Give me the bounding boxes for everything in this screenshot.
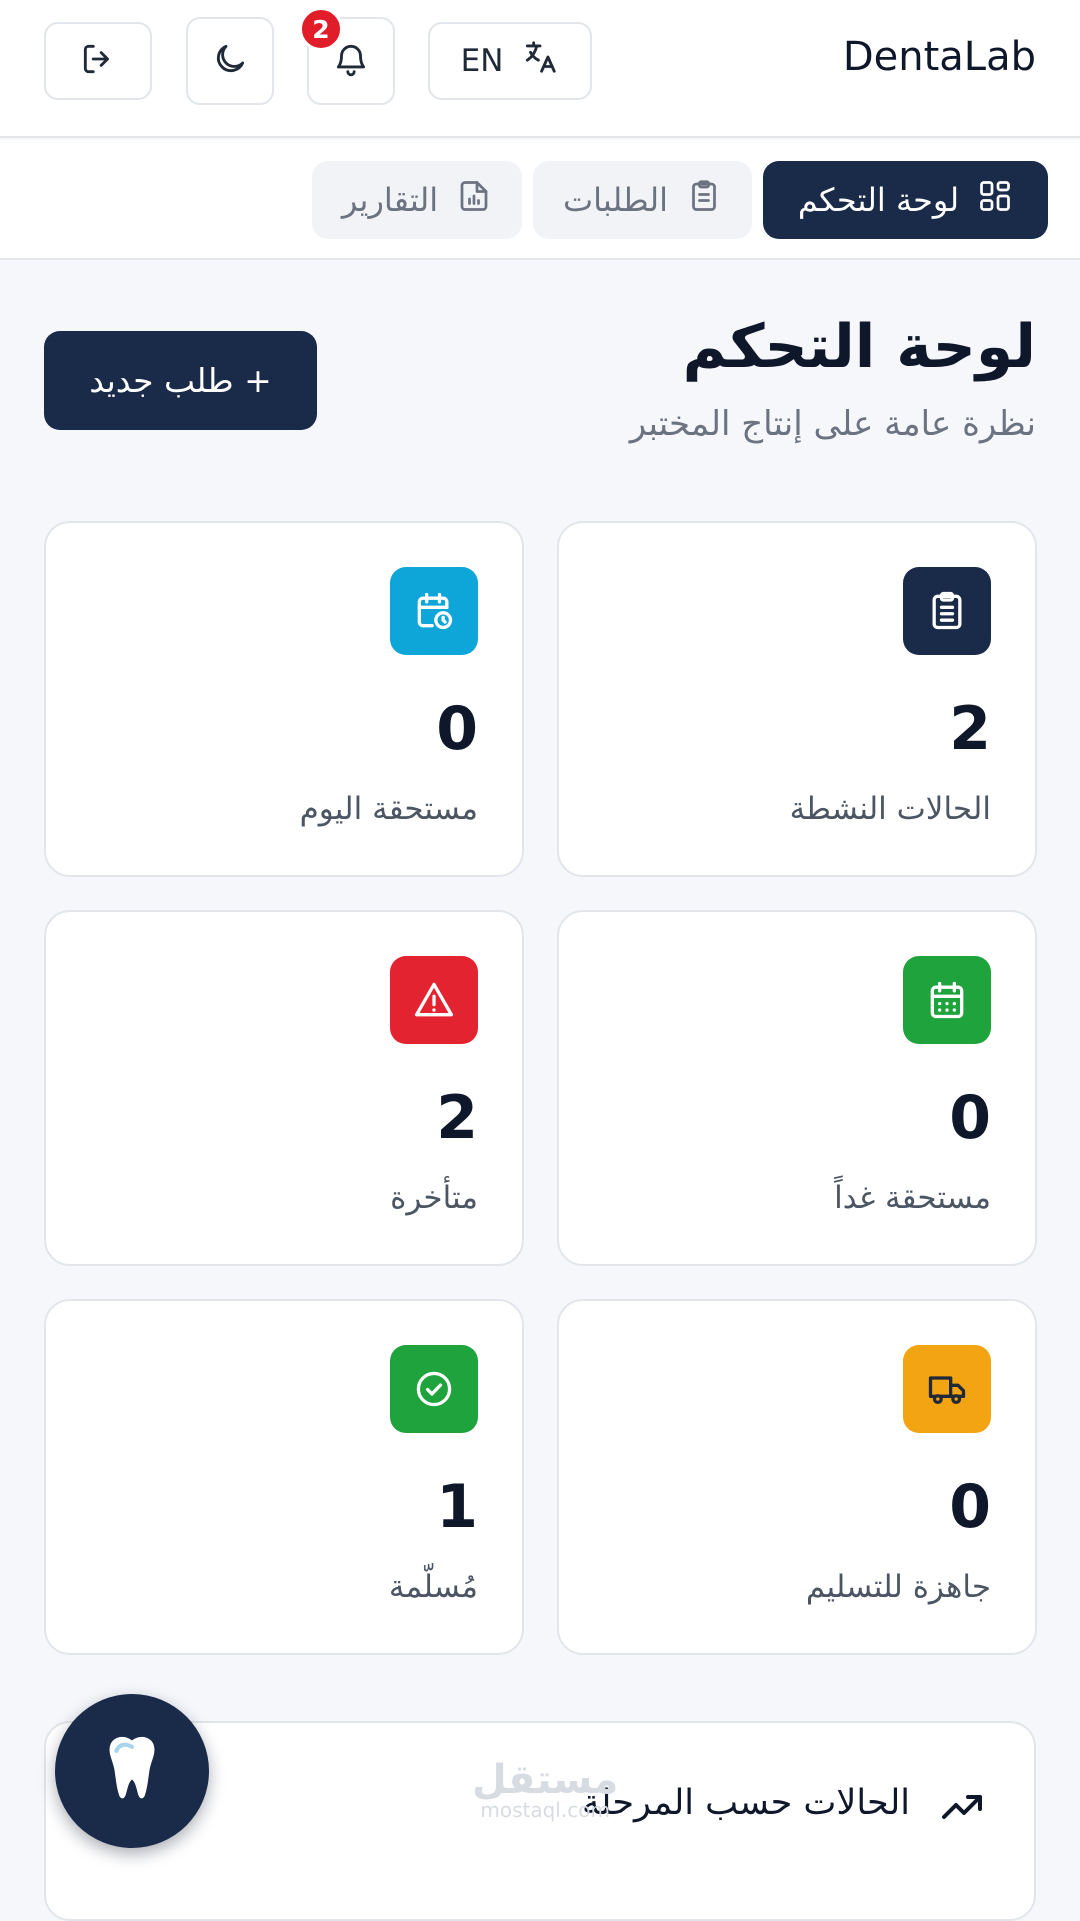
- translate-icon: [521, 38, 559, 84]
- main-tabs: لوحة التحكم الطلبات التقارير: [0, 140, 1080, 260]
- moon-icon: [211, 40, 249, 82]
- theme-toggle-button[interactable]: [186, 17, 274, 105]
- watermark-subtext: mostaql.com: [480, 1798, 610, 1822]
- stat-card-delivered[interactable]: 1 مُسلّمة: [44, 1299, 524, 1655]
- logout-button[interactable]: [44, 22, 152, 100]
- stat-card-active[interactable]: 2 الحالات النشطة: [557, 521, 1037, 877]
- page-subtitle: نظرة عامة على إنتاج المختبر: [629, 404, 1036, 444]
- stat-label: متأخرة: [390, 1180, 478, 1216]
- tooth-fab-button[interactable]: [55, 1694, 209, 1848]
- stat-value: 2: [436, 1083, 478, 1153]
- stat-card-due-today[interactable]: 0 مستحقة اليوم: [44, 521, 524, 877]
- clipboard-list-icon: [903, 567, 991, 655]
- tab-orders[interactable]: الطلبات: [533, 161, 752, 239]
- bell-icon: [332, 40, 370, 82]
- notification-badge: 2: [299, 7, 343, 51]
- warning-icon: [390, 956, 478, 1044]
- app-header: DentaLab EN 2: [0, 0, 1080, 138]
- watermark: مستقل mostaql.com: [472, 1760, 618, 1820]
- watermark-text: مستقل: [472, 1757, 619, 1803]
- tab-label: الطلبات: [563, 181, 669, 219]
- stat-label: مستحقة غداً: [834, 1180, 991, 1216]
- new-order-button[interactable]: + طلب جديد: [44, 331, 317, 430]
- stat-card-due-tomorrow[interactable]: 0 مستحقة غداً: [557, 910, 1037, 1266]
- stat-card-overdue[interactable]: 2 متأخرة: [44, 910, 524, 1266]
- stat-label: مُسلّمة: [388, 1569, 478, 1605]
- page-title: لوحة التحكم: [682, 312, 1036, 382]
- language-label: EN: [460, 43, 504, 79]
- truck-icon: [903, 1345, 991, 1433]
- stat-value: 0: [436, 694, 478, 764]
- language-button[interactable]: EN: [428, 22, 592, 100]
- check-circle-icon: [390, 1345, 478, 1433]
- logout-icon: [79, 40, 117, 82]
- tab-label: التقارير: [341, 181, 439, 219]
- stat-label: جاهزة للتسليم: [805, 1569, 991, 1605]
- calendar-clock-icon: [390, 567, 478, 655]
- clipboard-icon: [686, 178, 722, 222]
- stat-value: 0: [949, 1083, 991, 1153]
- stat-card-ready[interactable]: 0 جاهزة للتسليم: [557, 1299, 1037, 1655]
- stat-value: 2: [949, 694, 991, 764]
- stat-value: 0: [949, 1472, 991, 1542]
- notifications-button[interactable]: 2: [299, 7, 395, 105]
- calendar-icon: [903, 956, 991, 1044]
- grid-icon: [977, 178, 1013, 222]
- stat-label: الحالات النشطة: [789, 791, 991, 827]
- tooth-icon: [100, 1730, 164, 1812]
- tab-reports[interactable]: التقارير: [312, 161, 522, 239]
- report-icon: [456, 178, 492, 222]
- tab-dashboard[interactable]: لوحة التحكم: [763, 161, 1048, 239]
- section-title: الحالات حسب المرحلة: [582, 1783, 910, 1823]
- tab-label: لوحة التحكم: [797, 181, 960, 219]
- stat-label: مستحقة اليوم: [299, 791, 478, 827]
- brand-logo: DentaLab: [842, 34, 1036, 80]
- stat-value: 1: [436, 1472, 478, 1542]
- trend-up-icon: [938, 1783, 986, 1831]
